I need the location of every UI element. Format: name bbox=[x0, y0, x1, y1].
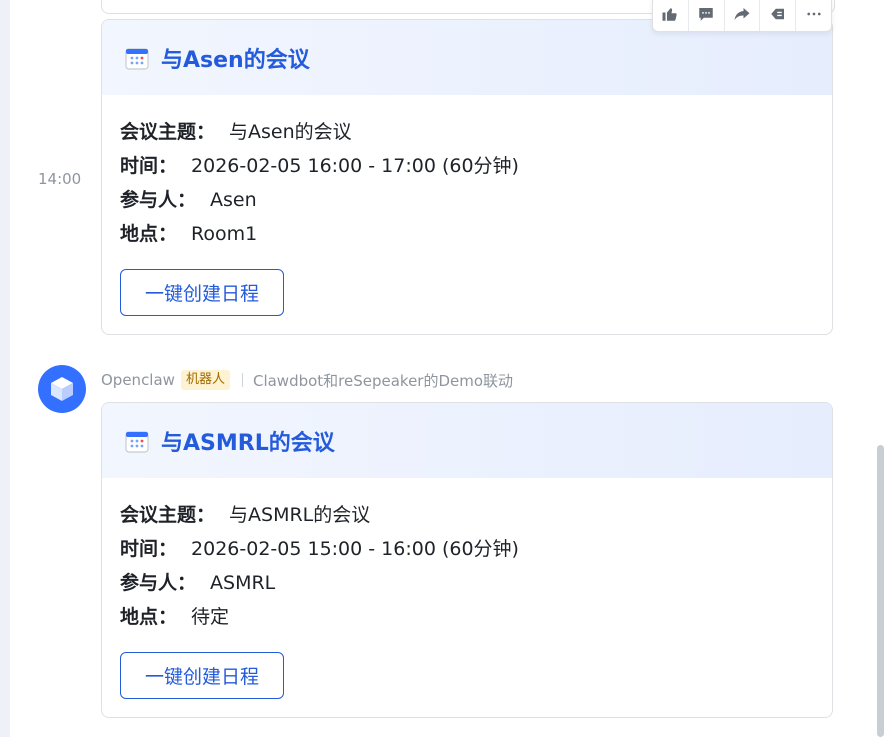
bot-badge: 机器人 bbox=[180, 370, 230, 390]
meeting-participants: ASMRL bbox=[210, 572, 276, 594]
meeting-time-row: 时间： 2026-02-05 15:00 - 16:00 (60分钟) bbox=[120, 532, 814, 566]
pin-button[interactable] bbox=[760, 0, 797, 31]
meeting-subject: 与ASMRL的会议 bbox=[229, 504, 371, 526]
create-schedule-button[interactable]: 一键创建日程 bbox=[120, 269, 284, 316]
meeting-location: 待定 bbox=[191, 606, 230, 628]
scrollbar-thumb[interactable] bbox=[877, 445, 884, 737]
meeting-participants-row: 参与人： Asen bbox=[120, 183, 814, 217]
field-label: 时间： bbox=[120, 155, 178, 177]
calendar-icon bbox=[125, 430, 149, 453]
meeting-subject-row: 会议主题： 与ASMRL的会议 bbox=[120, 498, 814, 532]
field-label: 会议主题： bbox=[120, 121, 216, 143]
meeting-subject-row: 会议主题： 与Asen的会议 bbox=[120, 115, 814, 149]
field-label: 参与人： bbox=[120, 572, 197, 594]
left-edge-strip bbox=[0, 0, 10, 737]
meeting-location-row: 地点： 待定 bbox=[120, 600, 814, 634]
meeting-time: 2026-02-05 15:00 - 16:00 (60分钟) bbox=[191, 538, 519, 560]
meeting-location-row: 地点： Room1 bbox=[120, 217, 814, 251]
card-body: 会议主题： 与Asen的会议 时间： 2026-02-05 16:00 - 17:0… bbox=[102, 95, 832, 333]
meeting-participants-row: 参与人： ASMRL bbox=[120, 566, 814, 600]
more-icon bbox=[806, 12, 821, 16]
field-label: 地点： bbox=[120, 606, 178, 628]
forward-icon bbox=[734, 8, 750, 20]
pin-icon bbox=[771, 8, 784, 20]
field-label: 会议主题： bbox=[120, 504, 216, 526]
meeting-time-row: 时间： 2026-02-05 16:00 - 17:00 (60分钟) bbox=[120, 149, 814, 183]
meeting-participants: Asen bbox=[210, 189, 257, 211]
card-body: 会议主题： 与ASMRL的会议 时间： 2026-02-05 15:00 - 16:… bbox=[102, 478, 832, 716]
field-label: 参与人： bbox=[120, 189, 197, 211]
calendar-icon bbox=[125, 47, 149, 70]
meeting-location: Room1 bbox=[191, 223, 258, 245]
card-title: 与Asen的会议 bbox=[161, 47, 310, 73]
meeting-time: 2026-02-05 16:00 - 17:00 (60分钟) bbox=[191, 155, 519, 177]
thumbs-up-button[interactable] bbox=[653, 0, 689, 31]
card-header: 与ASMRL的会议 bbox=[102, 403, 832, 478]
divider bbox=[241, 373, 243, 387]
sender-info: Openclaw 机器人 Clawdbot和reSepeaker的Demo联动 bbox=[101, 369, 513, 391]
meeting-card: 与ASMRL的会议 会议主题： 与ASMRL的会议 时间： 2026-02-05 1… bbox=[101, 402, 833, 718]
more-button[interactable] bbox=[796, 0, 831, 31]
meeting-card: 与Asen的会议 会议主题： 与Asen的会议 时间： 2026-02-05 16:… bbox=[101, 19, 833, 335]
meeting-subject: 与Asen的会议 bbox=[229, 121, 352, 143]
message-timestamp: 14:00 bbox=[38, 170, 82, 188]
group-name[interactable]: Clawdbot和reSepeaker的Demo联动 bbox=[253, 370, 513, 391]
thumbs-up-icon bbox=[662, 8, 678, 21]
forward-button[interactable] bbox=[725, 0, 761, 31]
field-label: 地点： bbox=[120, 223, 178, 245]
reply-icon bbox=[699, 8, 713, 21]
message-action-toolbar bbox=[652, 0, 832, 32]
sender-name[interactable]: Openclaw bbox=[101, 371, 175, 389]
reply-button[interactable] bbox=[689, 0, 725, 31]
field-label: 时间： bbox=[120, 538, 178, 560]
cube-icon bbox=[51, 377, 73, 401]
create-schedule-button[interactable]: 一键创建日程 bbox=[120, 652, 284, 699]
card-title: 与ASMRL的会议 bbox=[161, 430, 335, 456]
bot-avatar[interactable] bbox=[38, 365, 86, 413]
